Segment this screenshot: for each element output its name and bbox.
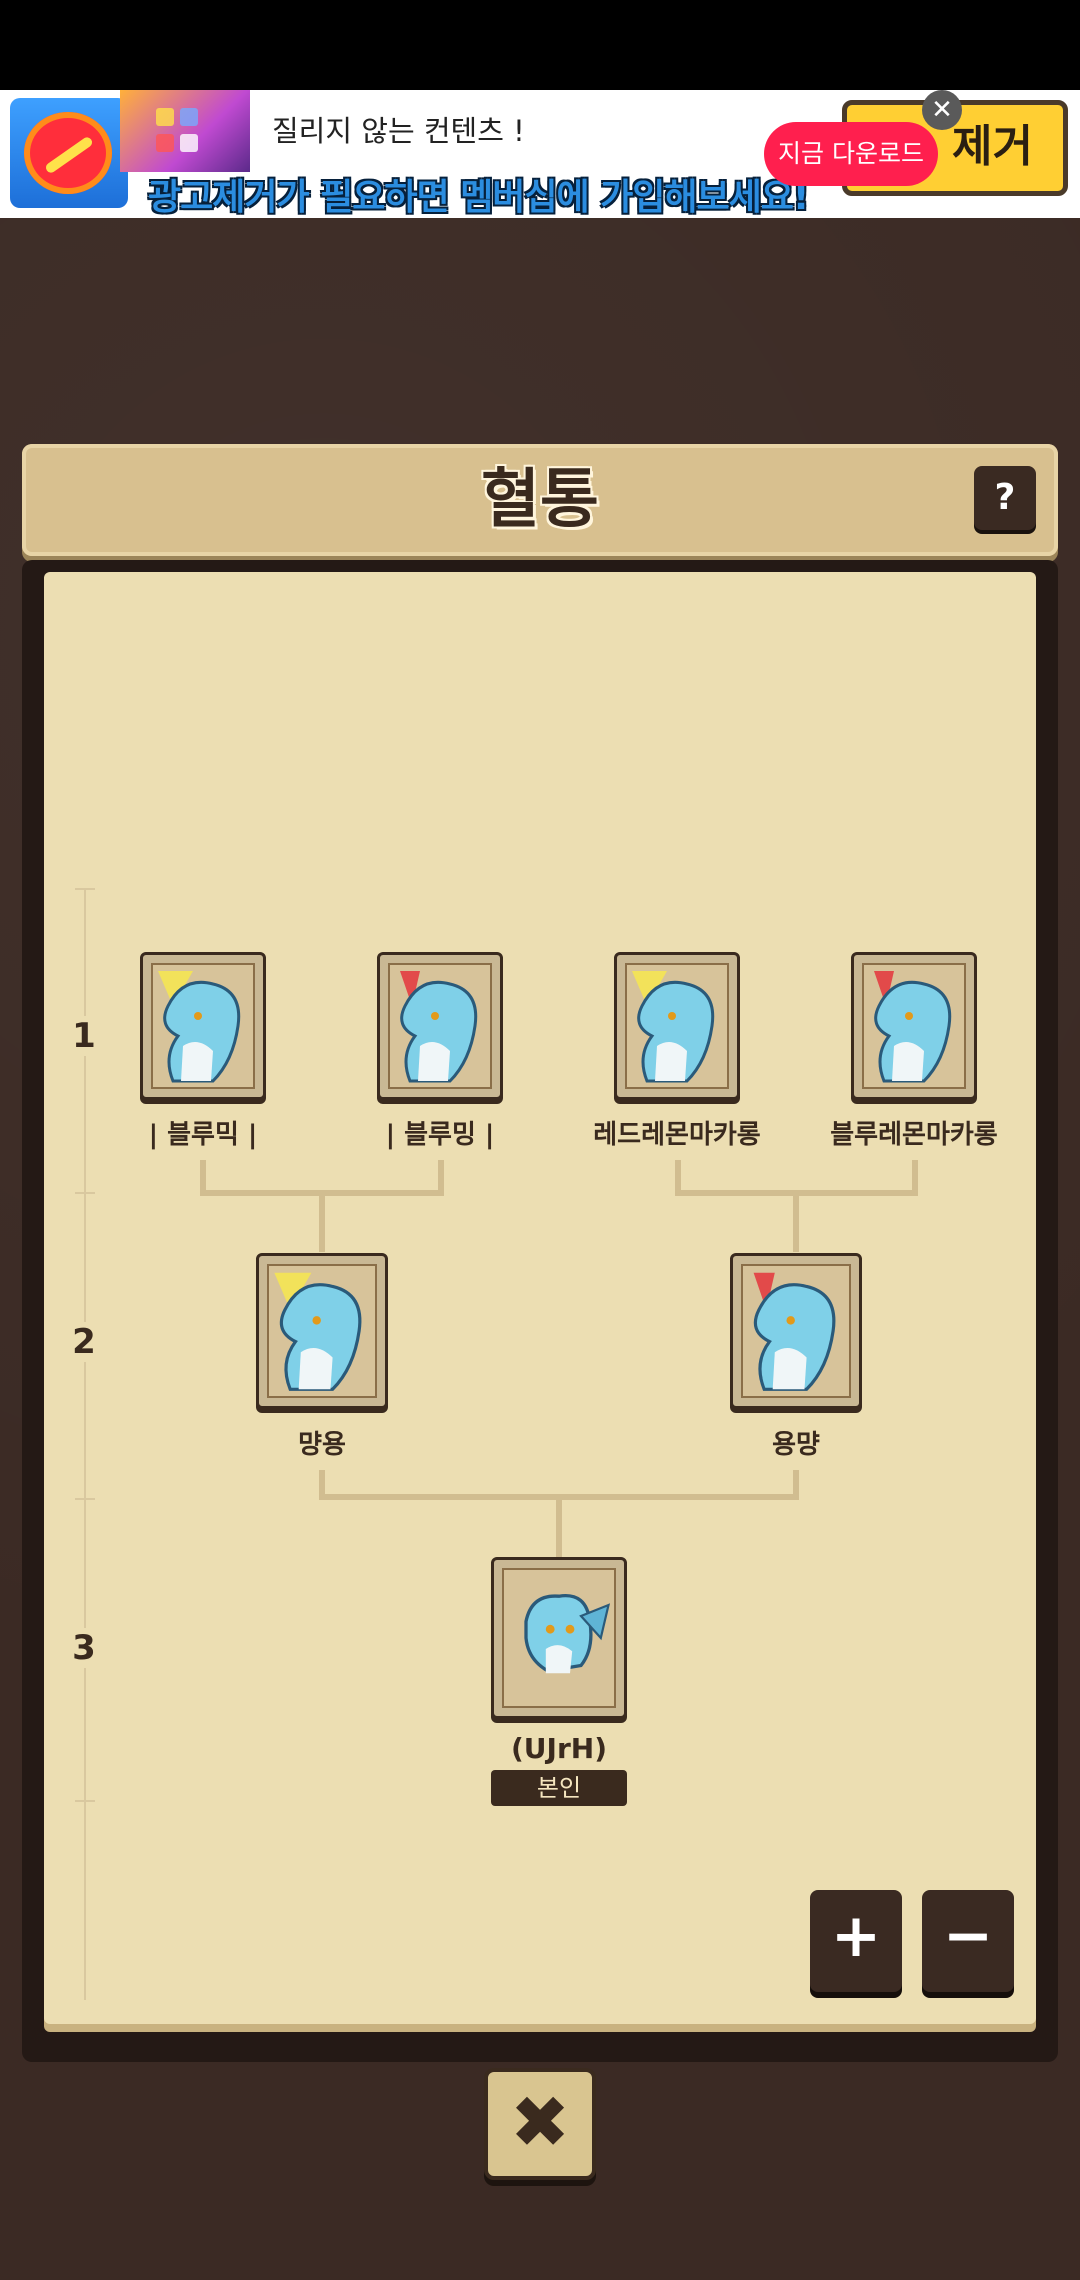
- blue-dragon-icon: [400, 971, 478, 1083]
- dragon-card-self[interactable]: [491, 1557, 627, 1719]
- dragon-name: 레드레몬마카롱: [593, 1120, 761, 1150]
- dragon-name: 블루레몬마카롱: [830, 1120, 998, 1150]
- generation-label-3: 3: [64, 1628, 104, 1668]
- ad-download-button[interactable]: 지금 다운로드: [764, 122, 938, 186]
- dragon-card[interactable]: [377, 952, 503, 1100]
- connector: [793, 1190, 799, 1252]
- connector: [556, 1494, 562, 1558]
- ad-membership-text: 광고제거가 필요하면 멤버십에 가입해보세요!: [148, 177, 809, 218]
- connector: [319, 1190, 325, 1252]
- blue-dragon-icon: [158, 971, 241, 1083]
- generation-label-2: 2: [64, 1322, 104, 1362]
- dragon-card[interactable]: [851, 952, 977, 1100]
- dragon-name: 용먕: [772, 1430, 820, 1460]
- close-icon[interactable]: ✕: [922, 90, 962, 130]
- generation-tick: [75, 1800, 95, 1802]
- generation-tick: [75, 1192, 95, 1194]
- pedigree-header: 혈통 ?: [22, 444, 1058, 556]
- blue-dragon-icon: [874, 971, 952, 1083]
- help-button[interactable]: ?: [974, 466, 1036, 530]
- blue-dragon-icon: [753, 1272, 836, 1391]
- status-bar: [0, 0, 1080, 90]
- generation-tick: [75, 1498, 95, 1500]
- self-badge: 본인: [491, 1770, 627, 1806]
- dragon-card[interactable]: [256, 1253, 388, 1409]
- ad-no-ads-icon: [10, 98, 128, 208]
- dragon-name: | 블루밍 |: [385, 1120, 495, 1150]
- dragon-card[interactable]: [140, 952, 266, 1100]
- pedigree-panel[interactable]: [44, 572, 1036, 2024]
- zoom-in-button[interactable]: +: [810, 1890, 902, 1992]
- zoom-out-button[interactable]: −: [922, 1890, 1014, 1992]
- dragon-card[interactable]: [730, 1253, 862, 1409]
- baby-dragon-icon: [524, 1593, 611, 1674]
- generation-label-1: 1: [64, 1016, 104, 1056]
- close-button[interactable]: ✖: [484, 2068, 596, 2180]
- dragon-name: | 블루믹 |: [148, 1120, 258, 1150]
- ad-banner[interactable]: 광고제거가 필요하면 멤버십에 가입해보세요! 제거 질리지 않는 컨텐츠 ! …: [0, 90, 1080, 218]
- page-title: 혈통: [481, 463, 599, 537]
- ad-headline: 질리지 않는 컨텐츠 !: [272, 114, 525, 148]
- dragon-name: 먕용: [298, 1430, 346, 1460]
- ad-thumbnail[interactable]: [120, 90, 250, 172]
- dragon-card[interactable]: [614, 952, 740, 1100]
- dragon-name-self: (UJrH): [511, 1732, 607, 1765]
- generation-tick: [75, 888, 95, 890]
- blue-dragon-icon: [632, 971, 715, 1083]
- blue-dragon-icon: [274, 1272, 362, 1391]
